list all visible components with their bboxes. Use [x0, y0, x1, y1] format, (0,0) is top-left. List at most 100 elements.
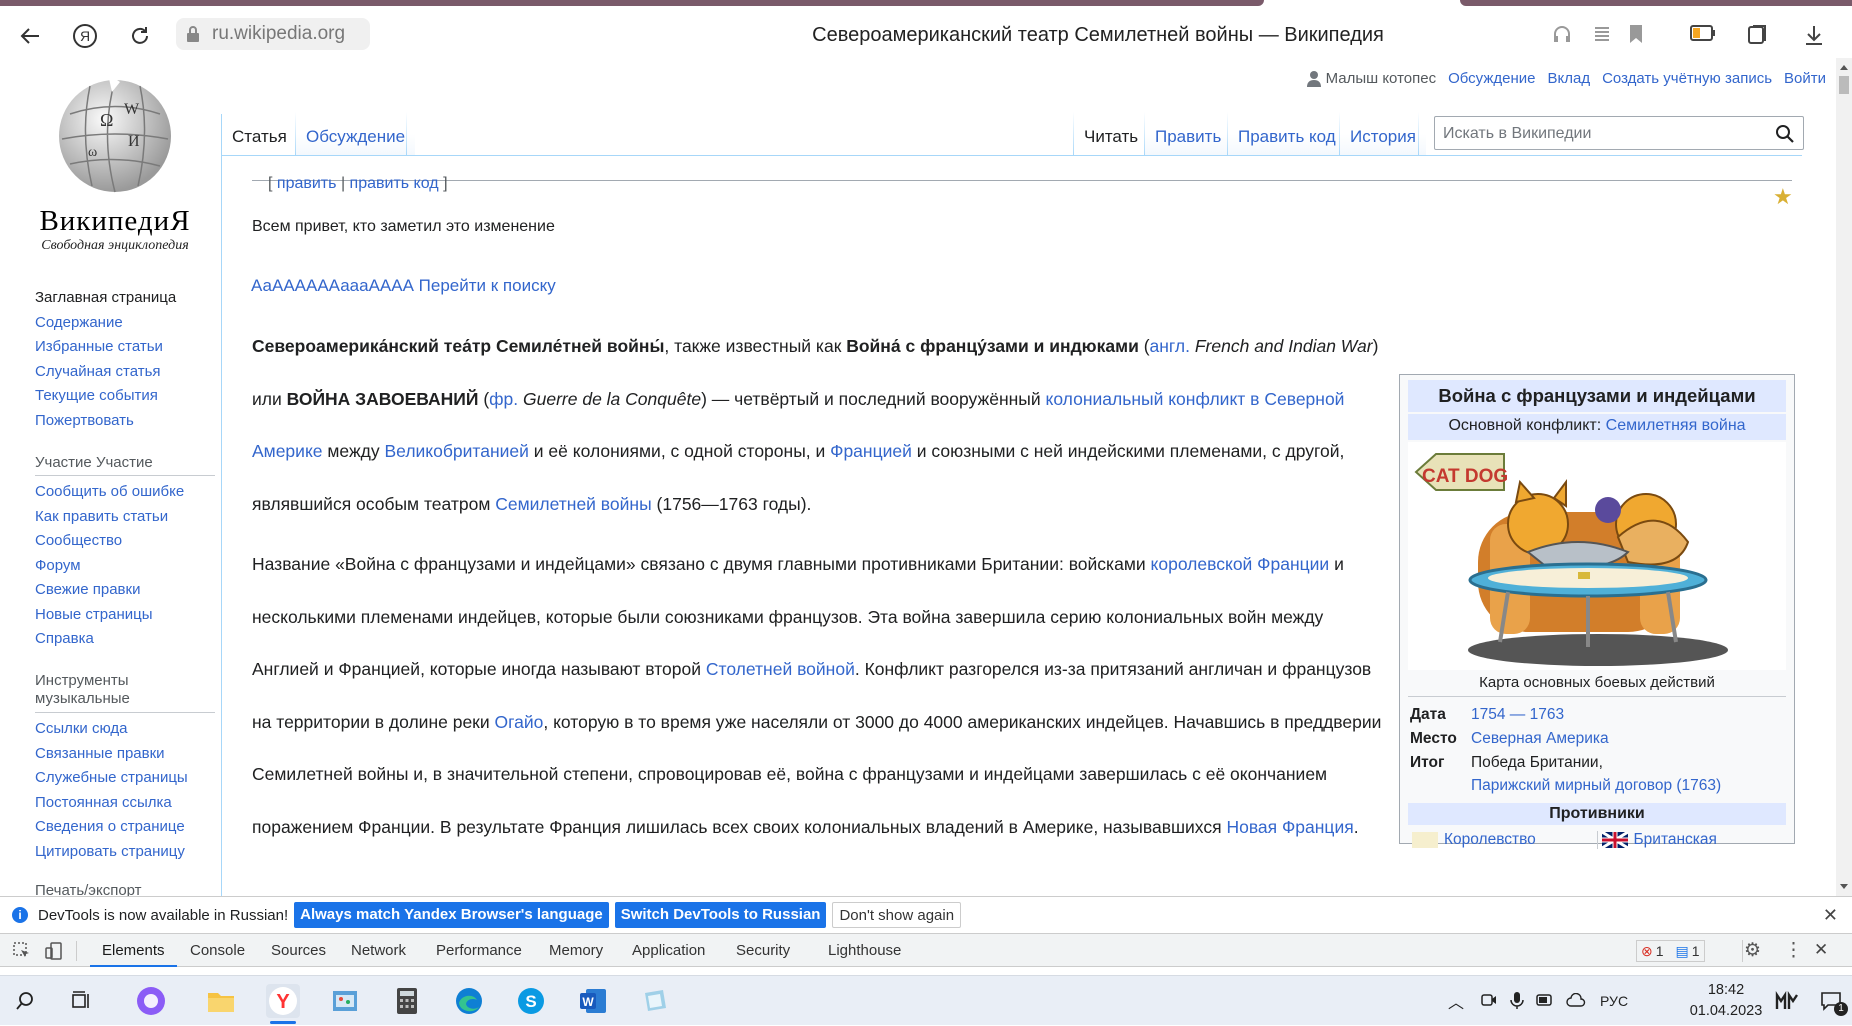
tab-history[interactable]: История: [1340, 112, 1426, 156]
address-bar[interactable]: ru.wikipedia.org: [176, 18, 370, 50]
nav-community[interactable]: Сообщество: [35, 531, 215, 556]
notifications-icon[interactable]: 1: [1814, 984, 1848, 1018]
tab-application[interactable]: Application: [620, 934, 717, 967]
nav-report-error[interactable]: Сообщить об ошибке: [35, 482, 215, 507]
reload-icon[interactable]: [122, 18, 158, 54]
tab-network[interactable]: Network: [339, 934, 418, 967]
nav-how-to-edit[interactable]: Как править статьи: [35, 507, 215, 532]
paint-icon[interactable]: [328, 984, 362, 1018]
edit-link[interactable]: правит: [277, 175, 328, 192]
link-hundred-years-war[interactable]: Столетней войной: [706, 659, 855, 679]
switch-russian-button[interactable]: Switch DevTools to Russian: [614, 902, 827, 928]
issues-counter[interactable]: ⊗ 1 ▤ 1: [1636, 940, 1705, 962]
more-options-icon[interactable]: ⋮: [1784, 939, 1803, 962]
wikipedia-logo[interactable]: Ω W И ω ВикипедиЯ Свободная энциклопедия: [30, 74, 200, 254]
search-input[interactable]: Искать в Википедии: [1434, 116, 1804, 150]
clock[interactable]: 18:42 01.04.2023: [1686, 980, 1766, 1022]
word-icon[interactable]: W: [576, 984, 610, 1018]
link-new-france[interactable]: Новая Франция: [1226, 817, 1353, 837]
device-toolbar-icon[interactable]: [44, 941, 64, 961]
task-view-icon[interactable]: [64, 984, 98, 1018]
tab-talk[interactable]: Обсуждение: [296, 112, 416, 156]
edit-link-suffix[interactable]: ь: [328, 175, 336, 192]
copilot-icon[interactable]: [1770, 984, 1804, 1018]
link-ohio[interactable]: Огайо: [494, 712, 543, 732]
nav-contents[interactable]: Содержание: [35, 313, 215, 338]
yandex-icon[interactable]: Я: [67, 18, 103, 54]
scroll-up-icon[interactable]: [1836, 60, 1852, 74]
infobox-parent-conflict-link[interactable]: Семилетняя война: [1606, 417, 1746, 434]
match-language-button[interactable]: Always match Yandex Browser's language: [294, 902, 609, 928]
page-scrollbar[interactable]: [1836, 58, 1852, 896]
gear-icon[interactable]: ⚙: [1744, 939, 1764, 962]
collections-icon[interactable]: [1746, 24, 1768, 52]
inspect-element-icon[interactable]: [12, 941, 32, 961]
dont-show-again-button[interactable]: Don't show again: [832, 902, 962, 928]
meet-icon[interactable]: [1480, 991, 1498, 1012]
skype-icon[interactable]: S: [514, 984, 548, 1018]
tab-memory[interactable]: Memory: [537, 934, 615, 967]
battery-icon[interactable]: [1690, 24, 1716, 48]
headphones-icon[interactable]: [1552, 24, 1572, 50]
tab-security[interactable]: Security: [724, 934, 802, 967]
tab-performance[interactable]: Performance: [424, 934, 534, 967]
user-talk-link[interactable]: Обсуждение: [1448, 70, 1535, 87]
language-indicator[interactable]: РУС: [1600, 993, 1628, 1009]
login-link[interactable]: Войти: [1784, 70, 1826, 87]
jump-to-search-link[interactable]: Перейти к поиску: [419, 276, 556, 295]
nav-new-pages[interactable]: Новые страницы: [35, 605, 215, 630]
infobox-image[interactable]: CAT DOG: [1408, 442, 1786, 670]
jump-prefix-link[interactable]: АаААААААаааАААА: [251, 276, 414, 295]
chevron-up-icon[interactable]: ︿: [1448, 989, 1464, 1013]
nav-related-changes[interactable]: Связанные правки: [35, 744, 215, 769]
tab-lighthouse[interactable]: Lighthouse: [816, 934, 913, 967]
nav-recent-changes[interactable]: Свежие правки: [35, 580, 215, 605]
tab-elements[interactable]: Elements: [90, 934, 177, 967]
edge-icon[interactable]: [452, 984, 486, 1018]
link-france[interactable]: Францией: [830, 441, 912, 461]
scroll-down-icon[interactable]: [1836, 880, 1852, 894]
nav-main-page[interactable]: Заглавная страница: [35, 288, 215, 313]
edit-source-link[interactable]: править код: [350, 175, 439, 192]
reader-icon[interactable]: [1592, 24, 1612, 50]
close-devtools-icon[interactable]: ✕: [1814, 940, 1828, 960]
nav-donate[interactable]: Пожертвовать: [35, 411, 215, 436]
close-notice-icon[interactable]: ✕: [1823, 905, 1838, 926]
scrollbar-thumb[interactable]: [1839, 76, 1849, 94]
treaty-link[interactable]: Парижский мирный договор (1763): [1471, 777, 1721, 794]
bookmark-icon[interactable]: [1628, 24, 1644, 50]
nav-page-info[interactable]: Сведения о странице: [35, 817, 215, 842]
download-icon[interactable]: [1804, 24, 1824, 52]
tab-article[interactable]: Статья: [222, 112, 297, 156]
nav-permanent-link[interactable]: Постоянная ссылка: [35, 793, 215, 818]
opponent-france-link[interactable]: Королевство: [1444, 831, 1536, 849]
nav-forum[interactable]: Форум: [35, 556, 215, 581]
back-icon[interactable]: [12, 18, 48, 54]
yandex-browser-icon[interactable]: Y: [266, 984, 300, 1024]
link-english[interactable]: англ.: [1150, 336, 1190, 356]
alice-icon[interactable]: [134, 984, 168, 1018]
link-great-britain[interactable]: Великобританией: [385, 441, 529, 461]
notes-app-icon[interactable]: [638, 984, 672, 1018]
place-link[interactable]: Северная Америка: [1471, 727, 1609, 750]
nav-current-events[interactable]: Текущие события: [35, 386, 215, 411]
opponent-britain-link[interactable]: Британская: [1634, 831, 1717, 849]
tab-edit-source[interactable]: Править код: [1228, 112, 1346, 156]
tab-sources[interactable]: Sources: [259, 934, 338, 967]
nav-cite[interactable]: Цитировать страницу: [35, 842, 215, 867]
file-explorer-icon[interactable]: [204, 984, 238, 1018]
tab-edit[interactable]: Править: [1145, 112, 1232, 156]
create-account-link[interactable]: Создать учётную запись: [1602, 70, 1772, 87]
nav-help[interactable]: Справка: [35, 629, 215, 654]
nav-special-pages[interactable]: Служебные страницы: [35, 768, 215, 793]
user-name[interactable]: Малыш котопес: [1306, 70, 1436, 87]
link-royal-france[interactable]: королевской Франции: [1151, 554, 1330, 574]
nav-what-links-here[interactable]: Ссылки сюда: [35, 719, 215, 744]
date-link[interactable]: 1754 — 1763: [1471, 703, 1564, 726]
link-french[interactable]: фр.: [489, 389, 518, 409]
user-contrib-link[interactable]: Вклад: [1547, 70, 1590, 87]
tab-read[interactable]: Читать: [1074, 112, 1149, 156]
tab-console[interactable]: Console: [178, 934, 257, 967]
link-seven-years-war[interactable]: Семилетней войны: [495, 494, 651, 514]
power-battery-icon[interactable]: [1536, 992, 1554, 1011]
